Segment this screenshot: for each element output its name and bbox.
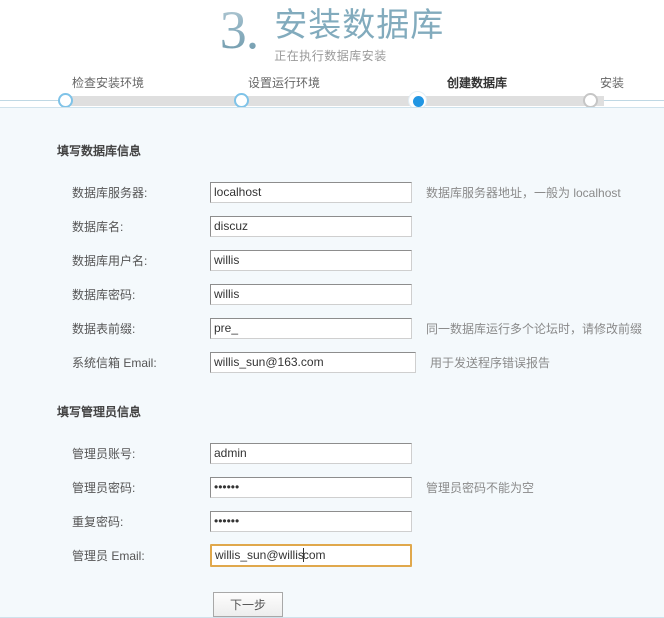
label-db-server: 数据库服务器:: [72, 185, 148, 200]
label-admin-account: 管理员账号:: [72, 446, 136, 461]
progress-label-check-env: 检查安装环境: [72, 76, 145, 90]
form-row: 数据表前缀: 同一数据库运行多个论坛时，请修改前缀: [72, 311, 664, 345]
input-db-server[interactable]: [210, 181, 412, 203]
input-db-user[interactable]: [210, 249, 412, 271]
hint-db-server: 数据库服务器地址，一般为 localhost: [426, 185, 621, 200]
form-row: 数据库密码:: [72, 277, 664, 311]
input-db-name[interactable]: [210, 215, 412, 237]
progress-step-labels: 检查安装环境 设置运行环境 创建数据库 安装: [0, 70, 664, 92]
input-admin-password[interactable]: [210, 476, 412, 498]
label-table-prefix: 数据表前缀:: [72, 321, 136, 336]
progress-dot-1[interactable]: [58, 93, 73, 108]
page-subtitle: 正在执行数据库安装: [274, 49, 387, 63]
page-header: 3. 安装数据库 正在执行数据库安装: [0, 0, 664, 70]
db-fields-group: 数据库服务器: 数据库服务器地址，一般为 localhost 数据库名: 数据库…: [0, 175, 664, 379]
progress-dot-4[interactable]: [583, 93, 598, 108]
input-admin-email[interactable]: willis_sun@willis com: [210, 543, 412, 567]
admin-email-text-after-caret: com: [302, 548, 326, 562]
next-step-button[interactable]: 下一步: [213, 592, 284, 617]
form-row: 管理员账号:: [72, 436, 664, 470]
admin-section-title: 填写管理员信息: [57, 405, 142, 419]
label-admin-password: 管理员密码:: [72, 480, 136, 495]
step-number: 3.: [219, 0, 259, 60]
page-title: 安装数据库: [274, 6, 445, 43]
install-form: 填写数据库信息 数据库服务器: 数据库服务器地址，一般为 localhost 数…: [0, 108, 664, 618]
form-row: 管理员密码: 管理员密码不能为空: [72, 470, 664, 504]
hint-table-prefix: 同一数据库运行多个论坛时，请修改前缀: [426, 321, 643, 336]
hint-system-email: 用于发送程序错误报告: [430, 355, 551, 370]
label-db-password: 数据库密码:: [72, 287, 136, 302]
input-table-prefix[interactable]: [210, 317, 412, 339]
form-actions: 下一步: [213, 592, 664, 617]
form-row: 数据库用户名:: [72, 243, 664, 277]
progress-dot-2[interactable]: [234, 93, 249, 108]
progress-label-install: 安装: [600, 76, 625, 90]
hint-admin-password: 管理员密码不能为空: [426, 480, 535, 495]
db-section-title: 填写数据库信息: [57, 144, 142, 158]
progress-track-bar: [60, 96, 604, 106]
progress-label-setup-env: 设置运行环境: [248, 76, 321, 90]
label-admin-email: 管理员 Email:: [72, 548, 145, 563]
input-admin-account[interactable]: [210, 442, 412, 464]
label-db-name: 数据库名:: [72, 219, 124, 234]
label-db-user: 数据库用户名:: [72, 253, 148, 268]
form-row: 重复密码:: [72, 504, 664, 538]
admin-fields-group: 管理员账号: 管理员密码: 管理员密码不能为空 重复密码: 管理员 Email:…: [0, 436, 664, 572]
input-db-password[interactable]: [210, 283, 412, 305]
input-system-email[interactable]: [210, 351, 416, 373]
form-row: 系统信箱 Email: 用于发送程序错误报告: [72, 345, 664, 379]
form-row: 数据库名:: [72, 209, 664, 243]
input-repeat-password[interactable]: [210, 510, 412, 532]
form-row: 管理员 Email: willis_sun@willis com: [72, 538, 664, 572]
label-repeat-password: 重复密码:: [72, 514, 124, 529]
progress-label-create-db: 创建数据库: [447, 76, 508, 90]
admin-email-text-before-caret: willis_sun@willis: [215, 548, 304, 562]
progress-track: [0, 92, 664, 109]
label-system-email: 系统信箱 Email:: [72, 355, 157, 370]
form-row: 数据库服务器: 数据库服务器地址，一般为 localhost: [72, 175, 664, 209]
